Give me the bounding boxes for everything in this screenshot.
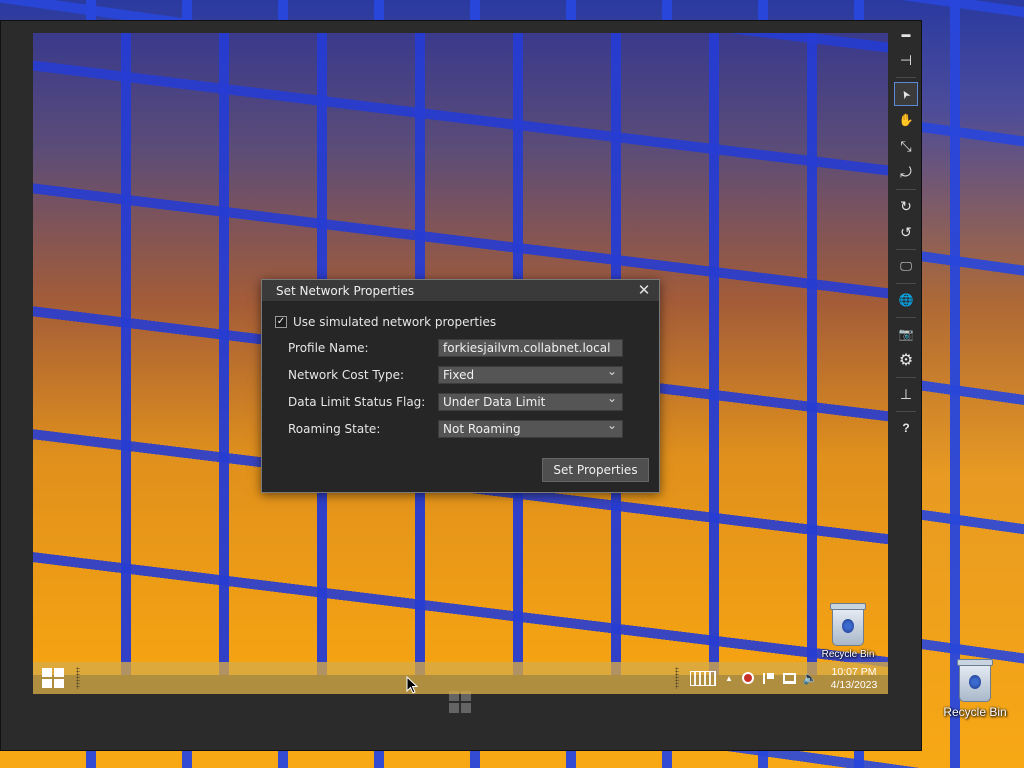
clock-time: 10:07 PM <box>831 666 877 678</box>
vm-taskbar: ▲ 🔈 10:07 PM 4/13/2023 <box>33 662 888 694</box>
hand-icon: ✋ <box>898 113 914 127</box>
clock-date: 4/13/2023 <box>830 679 878 691</box>
use-simulated-row[interactable]: ✓ Use simulated network properties <box>275 315 496 329</box>
toolbar-divider <box>896 283 916 284</box>
network-cost-type-value: Fixed <box>443 368 475 382</box>
taskbar-clock[interactable]: 10:07 PM 4/13/2023 <box>828 666 880 692</box>
mouse-cursor-icon <box>406 676 418 694</box>
flag-icon <box>762 672 774 684</box>
profile-name-field[interactable]: forkiesjailvm.collabnet.local <box>438 339 623 357</box>
profile-name-label: Profile Name: <box>288 341 369 355</box>
recycle-bin-icon <box>830 603 866 646</box>
swipe-icon: ⤾ <box>900 163 912 180</box>
network-tray-icon <box>782 672 796 684</box>
camera-icon: 📷 <box>898 327 914 341</box>
minimize-icon: ▬ <box>901 29 911 39</box>
rotate-clockwise-icon: ↻ <box>900 197 912 214</box>
use-simulated-checkbox[interactable]: ✓ <box>275 316 287 328</box>
vm-windows-logo-icon <box>449 691 471 713</box>
keyboard-icon <box>690 670 716 686</box>
gear-icon: ⚙ <box>898 352 914 369</box>
host-recycle-bin[interactable]: Recycle Bin <box>940 659 1010 719</box>
screenshot-button[interactable]: 📷 <box>894 322 918 346</box>
network-properties-button[interactable]: ⊥ <box>894 382 918 406</box>
toolbar-divider <box>896 189 916 190</box>
volume-button[interactable]: 🔈 <box>800 662 820 694</box>
dialog-titlebar[interactable]: Set Network Properties ✕ <box>262 280 659 301</box>
network-cost-type-label: Network Cost Type: <box>288 368 405 382</box>
vm-recycle-bin[interactable]: Recycle Bin <box>813 603 883 660</box>
vm-side-toolbar: ▬ ⊣ ➤ ✋ ⤡ ⤾ ↻ ↺ 🖵 🌐 📷 ⚙ ⊥ ? <box>893 22 919 442</box>
pinch-icon: ⤡ <box>900 137 912 154</box>
dialog-title: Set Network Properties <box>276 283 415 298</box>
shield-icon <box>742 672 754 684</box>
checkmark-icon: ✓ <box>276 316 286 327</box>
pointer-mode-button[interactable]: ➤ <box>894 82 918 106</box>
close-icon[interactable]: ✕ <box>635 281 653 299</box>
rotate-clockwise-button[interactable]: ↻ <box>894 194 918 218</box>
vm-recycle-bin-label: Recycle Bin <box>821 649 875 660</box>
network-cost-type-select[interactable]: Fixed <box>438 363 623 384</box>
toolbar-divider <box>896 317 916 318</box>
location-button[interactable]: 🌐 <box>894 288 918 312</box>
touch-keyboard-button[interactable] <box>688 662 720 694</box>
pointer-icon: ➤ <box>898 86 914 101</box>
speaker-icon: 🔈 <box>802 671 818 685</box>
action-center-button[interactable] <box>758 662 778 694</box>
show-hidden-icons-button[interactable]: ▲ <box>720 662 738 694</box>
pinch-zoom-button[interactable]: ⤡ <box>894 134 918 158</box>
help-icon: ? <box>902 421 910 435</box>
minimize-button[interactable]: ▬ <box>894 22 918 46</box>
toolbar-divider <box>896 77 916 78</box>
monitor-icon: 🖵 <box>900 258 912 273</box>
settings-button[interactable]: ⚙ <box>894 348 918 372</box>
recycle-bin-icon <box>957 659 993 702</box>
rotate-counterclockwise-icon: ↺ <box>900 223 912 240</box>
globe-icon: 🌐 <box>898 293 914 307</box>
roaming-state-select[interactable]: Not Roaming <box>438 417 623 438</box>
taskbar-grip[interactable] <box>675 667 679 689</box>
taskbar-grip[interactable] <box>76 667 80 689</box>
use-simulated-label: Use simulated network properties <box>293 315 497 329</box>
pin-button[interactable]: ⊣ <box>894 48 918 72</box>
network-tray-button[interactable] <box>778 662 800 694</box>
data-limit-status-select[interactable]: Under Data Limit <box>438 390 623 411</box>
rotate-counterclockwise-button[interactable]: ↺ <box>894 220 918 244</box>
toolbar-divider <box>896 249 916 250</box>
set-network-properties-dialog: Set Network Properties ✕ ✓ Use simulated… <box>261 279 660 493</box>
host-recycle-bin-label: Recycle Bin <box>943 705 1007 719</box>
touch-mode-button[interactable]: ✋ <box>894 108 918 132</box>
rotation-mode-button[interactable]: ⤾ <box>894 160 918 184</box>
pin-icon: ⊣ <box>899 51 913 68</box>
data-limit-status-label: Data Limit Status Flag: <box>288 395 426 409</box>
set-properties-button[interactable]: Set Properties <box>542 458 649 482</box>
security-tray-button[interactable] <box>738 662 758 694</box>
roaming-state-label: Roaming State: <box>288 422 381 436</box>
start-button[interactable] <box>42 668 64 688</box>
system-tray: ▲ 🔈 <box>688 662 820 694</box>
data-limit-status-value: Under Data Limit <box>443 395 546 409</box>
resolution-button[interactable]: 🖵 <box>894 254 918 278</box>
chevron-up-icon: ▲ <box>725 673 733 683</box>
help-button[interactable]: ? <box>894 416 918 440</box>
toolbar-divider <box>896 411 916 412</box>
network-icon: ⊥ <box>899 385 913 402</box>
roaming-state-value: Not Roaming <box>443 422 521 436</box>
toolbar-divider <box>896 377 916 378</box>
